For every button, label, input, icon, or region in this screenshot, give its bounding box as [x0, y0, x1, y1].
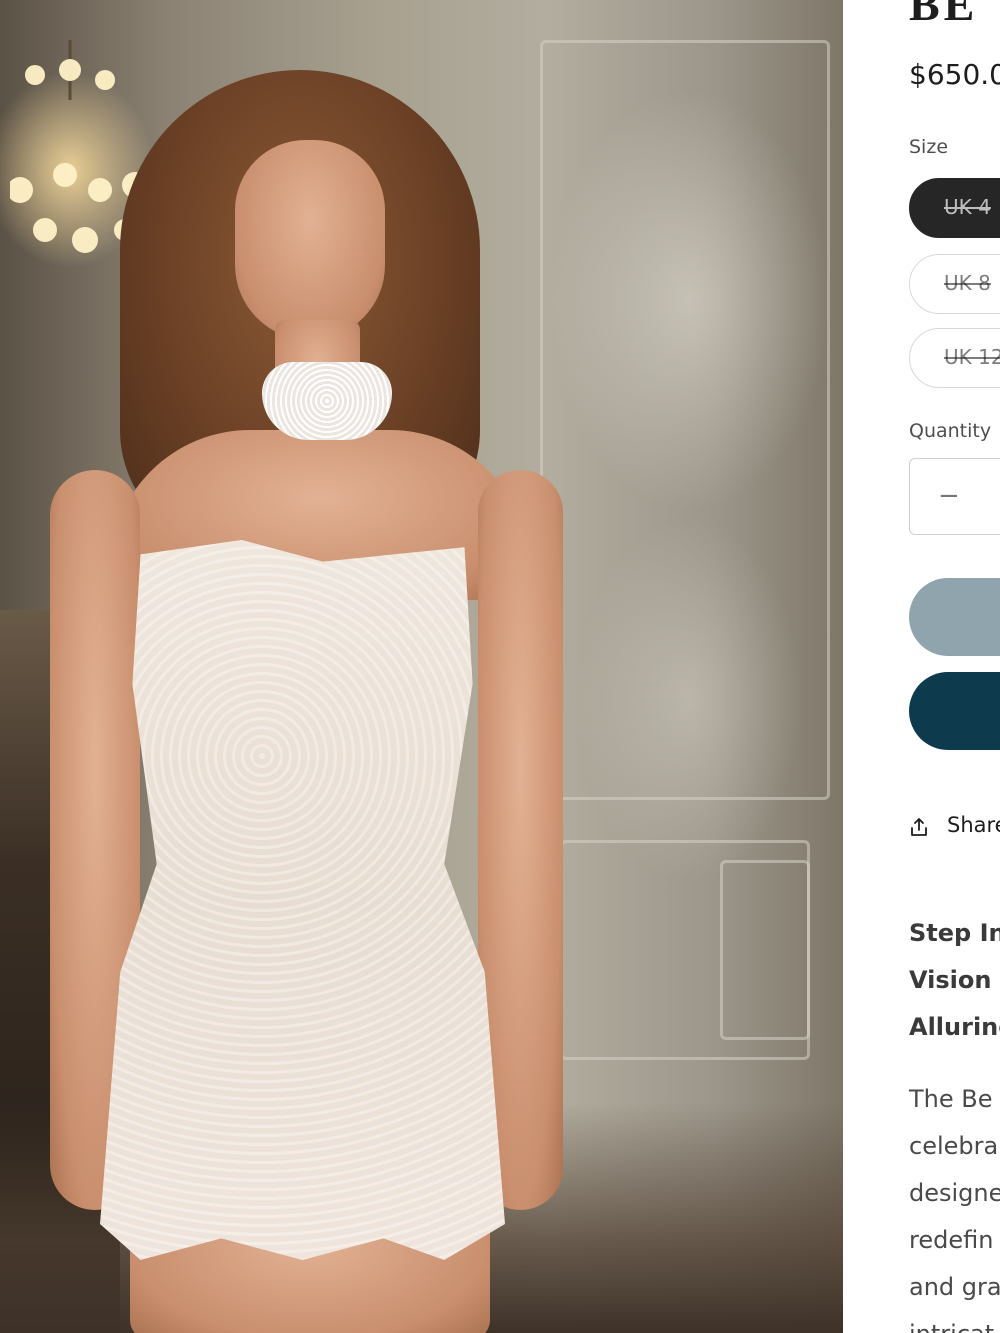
quantity-stepper[interactable]: − [909, 458, 1000, 535]
headline-line: Alluring [909, 1013, 1000, 1041]
size-option-uk-12[interactable]: UK 12 [909, 328, 1000, 388]
product-title: BE [909, 0, 979, 30]
body-line: celebra [909, 1132, 999, 1160]
pearl-choker [262, 362, 392, 440]
buy-now-button[interactable] [909, 672, 1000, 750]
body-line: designe [909, 1179, 1000, 1207]
wall-molding [720, 860, 810, 1040]
size-option-label: UK 4 [944, 195, 991, 219]
size-option-uk-8[interactable]: UK 8 [909, 254, 1000, 314]
size-label: Size [909, 136, 949, 158]
body-line: intricat [909, 1311, 1000, 1333]
size-option-uk-4[interactable]: UK 4 [909, 178, 1000, 238]
body-line: and gra [909, 1273, 1000, 1301]
product-price: $650.0 [909, 58, 1000, 91]
headline-line: Vision [909, 966, 992, 994]
lace-dress [100, 540, 505, 1260]
share-label: Share [947, 813, 1000, 837]
body-line: redefin [909, 1226, 994, 1254]
product-image[interactable] [0, 0, 843, 1333]
add-to-cart-button[interactable] [909, 578, 1000, 656]
description-body: The Be celebra designe redefin and gra i… [909, 1076, 1000, 1333]
product-info-panel: BE $650.0 Size UK 4 UK 8 UK 12 Quantity … [843, 0, 1000, 1333]
headline-line: Step In [909, 919, 1000, 947]
quantity-label: Quantity [909, 420, 992, 442]
quantity-decrease-button[interactable]: − [938, 481, 960, 511]
share-icon [911, 818, 927, 836]
size-option-label: UK 12 [944, 345, 1000, 369]
wall-molding [540, 40, 830, 800]
size-option-label: UK 8 [944, 271, 991, 295]
description-headline: Step In Vision Alluring [909, 910, 1000, 1051]
model-face [235, 140, 385, 340]
body-line: The Be [909, 1085, 993, 1113]
